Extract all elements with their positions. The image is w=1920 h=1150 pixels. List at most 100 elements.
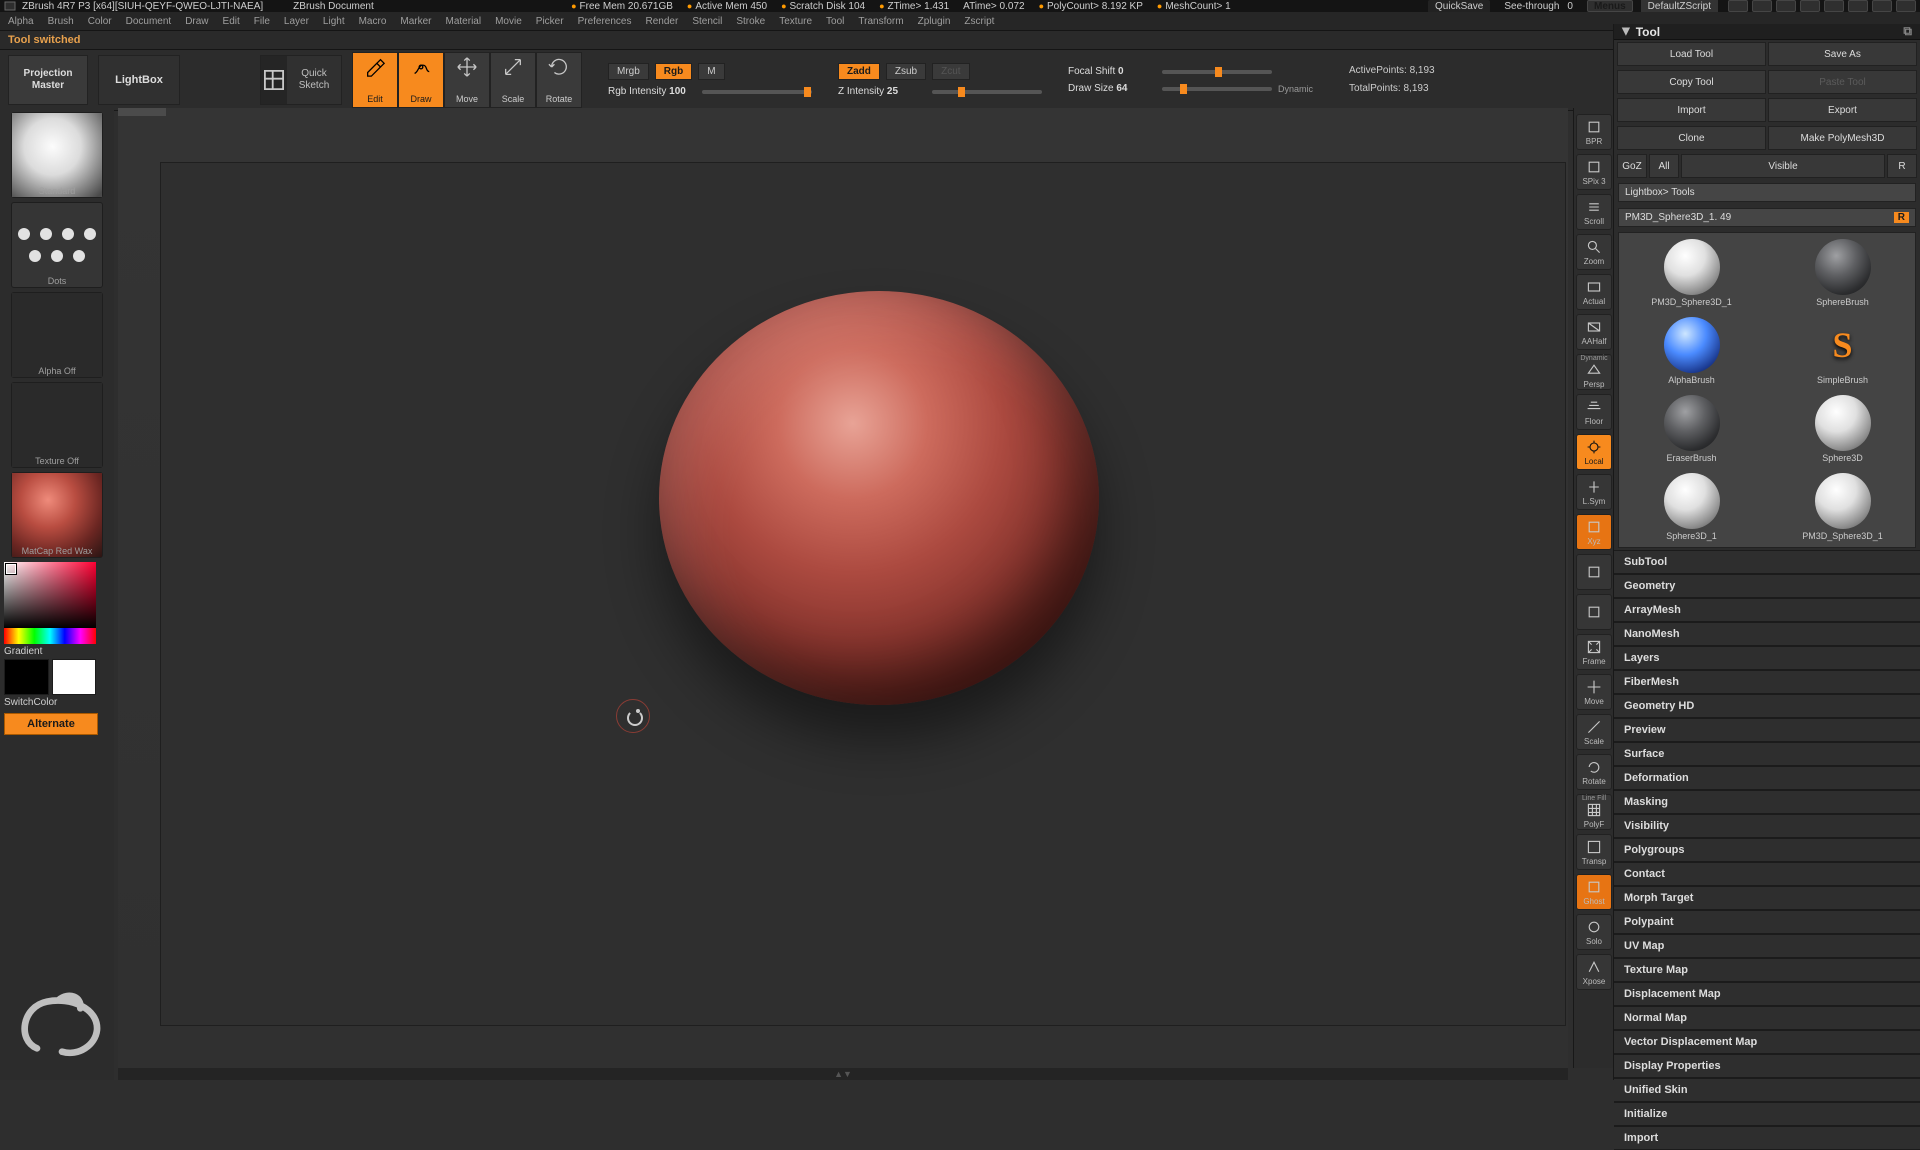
menu-alpha[interactable]: Alpha [8, 16, 34, 27]
win-btn-5[interactable] [1824, 0, 1844, 12]
rshelf-ghost[interactable]: Ghost [1576, 874, 1612, 910]
material-slot[interactable]: MatCap Red Wax [11, 472, 103, 558]
swatch-black[interactable] [4, 659, 49, 695]
subpalette-displacement-map[interactable]: Displacement Map [1614, 982, 1920, 1006]
menu-movie[interactable]: Movie [495, 16, 522, 27]
zcut-toggle[interactable]: Zcut [932, 63, 969, 80]
zsub-toggle[interactable]: Zsub [886, 63, 926, 80]
tool-load-tool-button[interactable]: Load Tool [1617, 42, 1766, 66]
document[interactable] [160, 162, 1566, 1026]
scale-mode-button[interactable]: Scale [490, 52, 536, 108]
rshelf-move[interactable]: Move [1576, 674, 1612, 710]
subpalette-morph-target[interactable]: Morph Target [1614, 886, 1920, 910]
win-btn-3[interactable] [1776, 0, 1796, 12]
tool-export-button[interactable]: Export [1768, 98, 1917, 122]
menu-stroke[interactable]: Stroke [736, 16, 765, 27]
menu-stencil[interactable]: Stencil [692, 16, 722, 27]
tool-thumb-sphere3d_1[interactable]: Sphere3D_1 [1625, 473, 1758, 541]
draw-size-slider[interactable] [1162, 87, 1272, 91]
alternate-button[interactable]: Alternate [4, 713, 98, 735]
rshelf-xpose[interactable]: Xpose [1576, 954, 1612, 990]
switch-color-button[interactable]: SwitchColor [4, 695, 96, 710]
timeline-scrubber[interactable]: ▲▼ [118, 1068, 1568, 1080]
rshelf-bpr[interactable]: BPR [1576, 114, 1612, 150]
tool-clone-button[interactable]: Clone [1617, 126, 1766, 150]
subpalette-layers[interactable]: Layers [1614, 646, 1920, 670]
menu-zplugin[interactable]: Zplugin [918, 16, 951, 27]
win-min[interactable] [1848, 0, 1868, 12]
color-picker[interactable]: Gradient SwitchColor Alternate [4, 562, 96, 735]
tool-copy-tool-button[interactable]: Copy Tool [1617, 70, 1766, 94]
win-btn-2[interactable] [1752, 0, 1772, 12]
subpalette-texture-map[interactable]: Texture Map [1614, 958, 1920, 982]
menu-file[interactable]: File [254, 16, 270, 27]
menu-draw[interactable]: Draw [185, 16, 208, 27]
subpalette-contact[interactable]: Contact [1614, 862, 1920, 886]
menu-light[interactable]: Light [323, 16, 345, 27]
win-btn-4[interactable] [1800, 0, 1820, 12]
tool-r-button[interactable]: R [1887, 154, 1917, 178]
tool-thumb-spherebrush[interactable]: SphereBrush [1776, 239, 1909, 307]
rshelf-xyz[interactable]: Xyz [1576, 514, 1612, 550]
subpalette-visibility[interactable]: Visibility [1614, 814, 1920, 838]
subpalette-geometry[interactable]: Geometry [1614, 574, 1920, 598]
subpalette-display-properties[interactable]: Display Properties [1614, 1054, 1920, 1078]
win-close[interactable] [1896, 0, 1916, 12]
z-intensity-slider[interactable] [932, 90, 1042, 94]
rshelf-persp[interactable]: DynamicPersp [1576, 354, 1612, 390]
focal-shift-slider[interactable] [1162, 70, 1272, 74]
draw-mode-button[interactable]: Draw [398, 52, 444, 108]
subpalette-fibermesh[interactable]: FiberMesh [1614, 670, 1920, 694]
menu-marker[interactable]: Marker [400, 16, 431, 27]
menu-render[interactable]: Render [646, 16, 679, 27]
subpalette-polygroups[interactable]: Polygroups [1614, 838, 1920, 862]
alpha-slot[interactable]: Alpha Off [11, 292, 103, 378]
menu-macro[interactable]: Macro [359, 16, 387, 27]
tool-thumb-alphabrush[interactable]: AlphaBrush [1625, 317, 1758, 385]
undock-icon[interactable]: ⧉ [1903, 24, 1912, 39]
tool-visible-button[interactable]: Visible [1681, 154, 1885, 178]
subpalette-geometry-hd[interactable]: Geometry HD [1614, 694, 1920, 718]
zadd-toggle[interactable]: Zadd [838, 63, 880, 80]
rgb-toggle[interactable]: Rgb [655, 63, 692, 80]
subpalette-subtool[interactable]: SubTool [1614, 550, 1920, 574]
tool-import-button[interactable]: Import [1617, 98, 1766, 122]
rshelf-floor[interactable]: Floor [1576, 394, 1612, 430]
rshelf-solo[interactable]: Solo [1576, 914, 1612, 950]
edit-mode-button[interactable]: Edit [352, 52, 398, 108]
r-flag[interactable]: R [1894, 212, 1909, 223]
rshelf-transp[interactable]: Transp [1576, 834, 1612, 870]
tool-save-as-button[interactable]: Save As [1768, 42, 1917, 66]
subpalette-polypaint[interactable]: Polypaint [1614, 910, 1920, 934]
canvas-area[interactable] [118, 108, 1568, 1068]
sphere-mesh[interactable] [659, 291, 1099, 705]
rshelf-scroll[interactable]: Scroll [1576, 194, 1612, 230]
active-tool-name[interactable]: PM3D_Sphere3D_1. 49 R [1618, 208, 1916, 227]
subpalette-arraymesh[interactable]: ArrayMesh [1614, 598, 1920, 622]
m-toggle[interactable]: M [698, 63, 724, 80]
menu-brush[interactable]: Brush [48, 16, 74, 27]
menu-texture[interactable]: Texture [779, 16, 812, 27]
menu-material[interactable]: Material [446, 16, 482, 27]
rshelf-aahalf[interactable]: AAHalf [1576, 314, 1612, 350]
subpalette-nanomesh[interactable]: NanoMesh [1614, 622, 1920, 646]
menu-document[interactable]: Document [126, 16, 172, 27]
subpalette-unified-skin[interactable]: Unified Skin [1614, 1078, 1920, 1102]
subpalette-surface[interactable]: Surface [1614, 742, 1920, 766]
win-btn-1[interactable] [1728, 0, 1748, 12]
move-mode-button[interactable]: Move [444, 52, 490, 108]
menu-transform[interactable]: Transform [858, 16, 903, 27]
tool-thumb-pm3d_sphere3d_1[interactable]: PM3D_Sphere3D_1 [1776, 473, 1909, 541]
tool-make-polymesh3d-button[interactable]: Make PolyMesh3D [1768, 126, 1917, 150]
quick-sketch-button[interactable]: QuickSketch [260, 55, 342, 105]
quicksave-button[interactable]: QuickSave [1428, 0, 1490, 12]
tool-thumb-sphere3d[interactable]: Sphere3D [1776, 395, 1909, 463]
script-label[interactable]: DefaultZScript [1641, 0, 1718, 12]
subpalette-initialize[interactable]: Initialize [1614, 1102, 1920, 1126]
menu-layer[interactable]: Layer [284, 16, 309, 27]
menus-toggle[interactable]: Menus [1587, 0, 1633, 12]
mrgb-toggle[interactable]: Mrgb [608, 63, 649, 80]
menu-edit[interactable]: Edit [223, 16, 240, 27]
rshelf-pf2[interactable] [1576, 594, 1612, 630]
rshelf-polyf[interactable]: Line FillPolyF [1576, 794, 1612, 830]
